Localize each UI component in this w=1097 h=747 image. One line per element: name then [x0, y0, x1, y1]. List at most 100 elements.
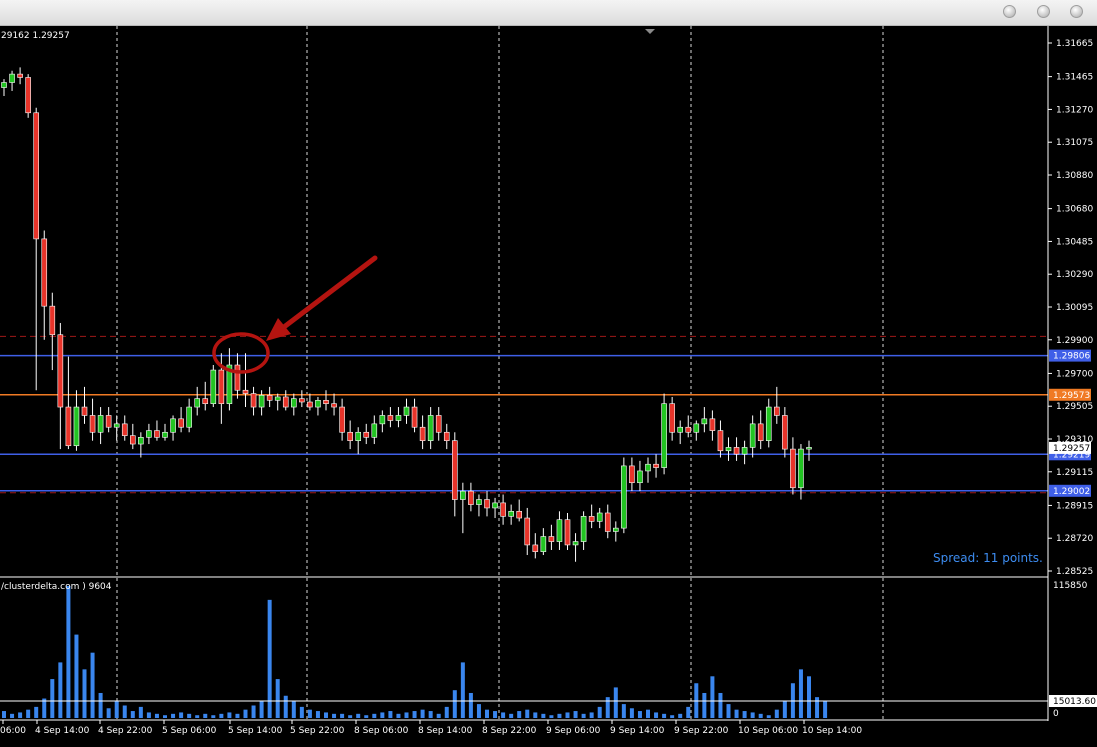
candle[interactable] [468, 482, 474, 512]
candle[interactable] [81, 386, 88, 424]
candle[interactable] [612, 521, 619, 542]
candle[interactable] [532, 533, 539, 559]
candle[interactable] [17, 67, 23, 85]
candle[interactable] [202, 381, 209, 411]
candle[interactable] [89, 398, 96, 441]
candle[interactable] [371, 415, 378, 445]
candle[interactable] [645, 457, 651, 483]
candle[interactable] [266, 386, 273, 408]
candle[interactable] [355, 427, 362, 455]
candle[interactable] [580, 511, 587, 550]
candle[interactable] [661, 393, 667, 475]
candle[interactable] [274, 393, 281, 411]
candle[interactable] [637, 460, 643, 492]
candle[interactable] [307, 393, 313, 411]
candle[interactable] [97, 407, 104, 445]
candle[interactable] [9, 70, 15, 91]
candle[interactable] [323, 390, 329, 411]
candle[interactable] [476, 494, 482, 517]
candle[interactable] [65, 356, 72, 450]
candle[interactable] [629, 457, 635, 492]
candle[interactable] [154, 420, 160, 441]
candle[interactable] [701, 407, 708, 433]
candle[interactable] [121, 415, 128, 441]
candle[interactable] [500, 494, 506, 525]
candle[interactable] [331, 393, 337, 416]
candle[interactable] [604, 504, 611, 539]
candle[interactable] [1, 79, 7, 96]
candle[interactable] [806, 440, 812, 461]
candle[interactable] [733, 437, 740, 461]
candle[interactable] [178, 407, 184, 433]
candle[interactable] [234, 353, 241, 399]
candle[interactable] [596, 507, 603, 529]
candle[interactable] [427, 407, 434, 450]
candle[interactable] [572, 533, 579, 562]
candle[interactable] [411, 398, 418, 433]
candle[interactable] [621, 457, 627, 534]
candle[interactable] [717, 420, 724, 458]
candle[interactable] [250, 386, 257, 416]
price-chart[interactable]: 29162 1.29257 /clusterdelta.com ) 9604 1… [0, 26, 1097, 747]
candle[interactable] [403, 398, 410, 424]
chart-area[interactable]: 29162 1.29257 /clusterdelta.com ) 9604 1… [0, 26, 1097, 747]
candle[interactable] [588, 504, 595, 529]
candle[interactable] [653, 454, 659, 478]
candle[interactable] [162, 423, 168, 441]
candle[interactable] [282, 390, 289, 411]
candle[interactable] [725, 437, 732, 461]
candle[interactable] [451, 432, 458, 517]
candle[interactable] [419, 415, 426, 450]
candle[interactable] [290, 393, 297, 416]
close-button[interactable] [1070, 5, 1083, 18]
candle[interactable] [693, 420, 700, 441]
candle[interactable] [443, 423, 450, 450]
candle[interactable] [49, 292, 56, 371]
candle[interactable] [773, 386, 780, 424]
candle[interactable] [492, 497, 498, 519]
candle[interactable] [790, 437, 796, 495]
candle[interactable] [484, 491, 490, 517]
candle[interactable] [57, 322, 64, 450]
candle[interactable] [25, 74, 31, 118]
candle[interactable] [564, 512, 571, 550]
candle[interactable] [685, 415, 692, 438]
candle[interactable] [765, 398, 772, 448]
candle[interactable] [186, 398, 192, 433]
candle[interactable] [435, 407, 442, 441]
candle[interactable] [516, 499, 523, 522]
candle[interactable] [709, 410, 716, 441]
candle[interactable] [548, 524, 555, 550]
candle[interactable] [113, 415, 120, 441]
chart-shift-marker[interactable] [645, 29, 655, 34]
candle[interactable] [339, 398, 345, 441]
candle[interactable] [782, 407, 788, 458]
candle[interactable] [508, 504, 514, 525]
minimize-button[interactable] [1003, 5, 1016, 18]
maximize-button[interactable] [1037, 5, 1050, 18]
candle[interactable] [210, 365, 217, 408]
candle[interactable] [146, 423, 152, 445]
candle[interactable] [387, 407, 394, 428]
candle[interactable] [741, 440, 748, 465]
candle[interactable] [130, 423, 136, 450]
candle[interactable] [379, 410, 386, 433]
candle[interactable] [757, 410, 764, 450]
candle[interactable] [242, 353, 249, 408]
candle[interactable] [194, 386, 200, 416]
candle[interactable] [315, 396, 321, 416]
candle[interactable] [258, 390, 265, 416]
candle[interactable] [556, 511, 563, 550]
candle[interactable] [677, 420, 684, 445]
candle[interactable] [395, 407, 402, 428]
candle[interactable] [347, 420, 353, 450]
candle[interactable] [105, 407, 112, 433]
candle[interactable] [749, 415, 756, 458]
candle[interactable] [41, 230, 48, 340]
candle[interactable] [669, 396, 675, 441]
candle[interactable] [299, 390, 305, 408]
candle[interactable] [226, 348, 233, 411]
candle[interactable] [33, 107, 40, 391]
candle[interactable] [363, 423, 370, 445]
candle[interactable] [540, 528, 547, 556]
